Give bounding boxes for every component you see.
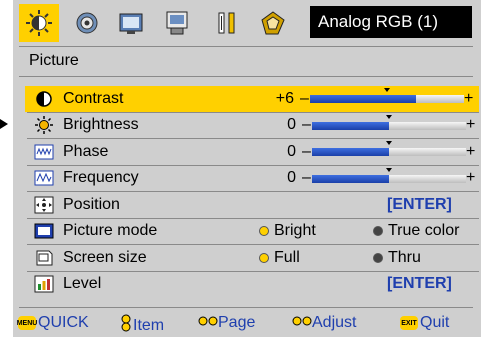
row-label: Level (63, 275, 102, 293)
footer-page[interactable]: Page (198, 314, 255, 332)
footer-label: QUICK (38, 314, 89, 331)
menu-row-phase[interactable]: Phase 0 – + (27, 139, 479, 165)
row-label: Picture mode (63, 222, 158, 240)
plus-sign: + (466, 169, 476, 187)
menu-row-level[interactable]: Level [ENTER] (27, 272, 479, 298)
brightness-icon (33, 115, 55, 135)
row-value: +6 (275, 89, 294, 107)
setup-tab[interactable] (157, 4, 197, 42)
level-icon (33, 274, 55, 294)
plus-sign: + (466, 116, 476, 134)
selection-pointer (0, 119, 8, 129)
setup-icon (166, 11, 188, 35)
section-title: Picture (29, 52, 79, 69)
options-icon (261, 11, 285, 35)
menu-row-screen-size[interactable]: Screen size Full Thru (27, 245, 479, 271)
features-tab[interactable] (207, 4, 247, 42)
footer-label: Item (133, 316, 165, 334)
footer-label: Page (218, 314, 256, 331)
enter-action[interactable]: [ENTER] (387, 196, 452, 214)
plus-sign: + (464, 89, 474, 107)
option-bright[interactable]: Bright (259, 222, 316, 240)
menu-row-brightness[interactable]: Brightness 0 – + (27, 113, 479, 139)
radio-selected-icon (259, 252, 269, 263)
row-label: Position (63, 195, 120, 213)
radio-selected-icon (259, 226, 269, 237)
picture-icon (26, 10, 52, 36)
enter-action[interactable]: [ENTER] (387, 275, 452, 293)
divider-section (19, 76, 473, 77)
plus-sign: + (466, 142, 476, 160)
divider-top (19, 46, 473, 47)
option-full[interactable]: Full (259, 249, 300, 267)
left-right-button-icon (292, 314, 312, 332)
phase-icon (33, 142, 55, 162)
option-label: Full (274, 248, 300, 266)
minus-sign: – (300, 89, 309, 107)
audio-icon (76, 12, 98, 34)
radio-unselected-icon (373, 226, 383, 237)
radio-unselected-icon (373, 252, 383, 263)
picture-tab[interactable] (19, 4, 59, 42)
minus-sign: – (302, 169, 311, 187)
exit-button-icon: EXIT (400, 316, 418, 330)
divider-bottom (19, 307, 473, 308)
footer-label: Adjust (312, 314, 357, 331)
menu-row-picture-mode[interactable]: Picture mode Bright True color (27, 219, 479, 245)
audio-tab[interactable] (67, 4, 107, 42)
menu-button-icon: MENU (17, 316, 37, 330)
display-icon (119, 13, 143, 34)
top-icon-bar: Analog RGB (1) (13, 0, 481, 46)
footer-quit[interactable]: EXIT Quit (400, 314, 449, 332)
menu-row-position[interactable]: Position [ENTER] (27, 192, 479, 218)
left-right-button-icon (198, 314, 218, 332)
row-label: Phase (63, 142, 109, 160)
footer-quick[interactable]: MENU QUICK (17, 314, 89, 332)
option-label: True color (388, 222, 460, 240)
frequency-icon (33, 168, 55, 188)
osd-menu: Analog RGB (1) Picture Contrast +6 – + B… (13, 0, 481, 337)
row-label: Screen size (63, 248, 147, 266)
footer-help-bar: MENU QUICK Item Page Adjust EXIT Quit (0, 312, 481, 337)
footer-adjust[interactable]: Adjust (292, 314, 356, 332)
footer-label: Quit (420, 314, 450, 331)
menu-row-contrast[interactable]: Contrast +6 – + (25, 86, 479, 112)
menu-row-frequency[interactable]: Frequency 0 – + (27, 166, 479, 192)
features-icon (218, 12, 235, 34)
minus-sign: – (302, 142, 311, 160)
row-label: Frequency (63, 169, 139, 187)
level-bar[interactable] (310, 88, 464, 103)
option-thru[interactable]: Thru (373, 249, 421, 267)
row-value: 0 (287, 169, 296, 187)
options-tab[interactable] (253, 4, 293, 42)
row-value: 0 (287, 142, 296, 160)
position-icon (33, 195, 55, 215)
level-bar[interactable] (312, 167, 466, 183)
row-label: Contrast (63, 89, 124, 107)
display-tab[interactable] (111, 4, 151, 42)
option-label: Bright (274, 222, 316, 240)
option-true-color[interactable]: True color (373, 222, 459, 240)
screen-size-icon (33, 248, 55, 268)
input-source-display: Analog RGB (1) (310, 6, 472, 38)
level-bar[interactable] (312, 114, 466, 130)
row-value: 0 (287, 116, 296, 134)
up-down-button-icon (119, 314, 133, 337)
footer-item[interactable]: Item (119, 314, 164, 337)
minus-sign: – (302, 116, 311, 134)
option-label: Thru (388, 248, 421, 266)
row-label: Brightness (63, 116, 139, 134)
picture-mode-icon (33, 221, 55, 241)
contrast-icon (33, 89, 55, 109)
picture-menu-list: Contrast +6 – + Brightness 0 – + Phase 0 (25, 86, 479, 298)
level-bar[interactable] (312, 141, 466, 156)
